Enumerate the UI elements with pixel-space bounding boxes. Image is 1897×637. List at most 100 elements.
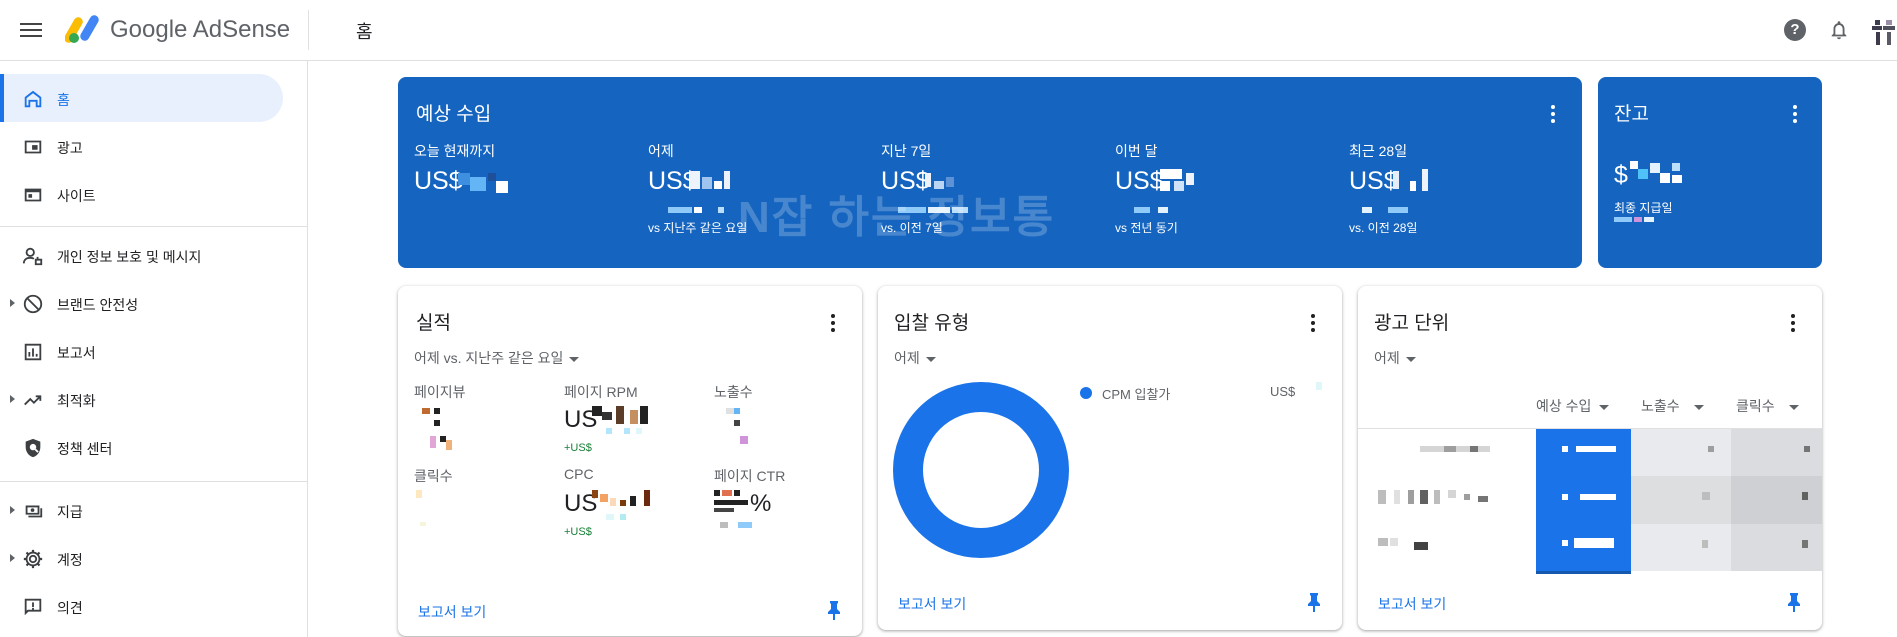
metric-value: % bbox=[750, 490, 772, 517]
legend-label: CPM 입찰가 bbox=[1102, 387, 1171, 402]
metric-delta: +US$ bbox=[564, 526, 592, 538]
gear-icon bbox=[23, 549, 43, 569]
adsense-logo bbox=[65, 15, 99, 43]
sidebar-item-ads[interactable]: 광고 bbox=[0, 122, 283, 170]
metric-label: 페이지 CTR bbox=[714, 468, 786, 484]
column-header-impressions[interactable]: 노출수 bbox=[1641, 396, 1704, 416]
menu-icon[interactable] bbox=[20, 20, 42, 40]
card-title: 입찰 유형 bbox=[894, 313, 970, 334]
sidebar-item-label: 브랜드 안전성 bbox=[57, 297, 139, 313]
watermark-text: N잡 하는 정보통 bbox=[738, 193, 1056, 242]
home-icon bbox=[24, 90, 42, 108]
bell-icon[interactable] bbox=[1828, 19, 1850, 41]
expand-caret-icon bbox=[10, 554, 15, 562]
sidebar-item-label: 계정 bbox=[57, 552, 83, 568]
avatar[interactable] bbox=[1872, 20, 1897, 45]
card-title: 실적 bbox=[416, 313, 451, 334]
sidebar-item-policy-center[interactable]: 정책 센터 bbox=[0, 423, 283, 471]
metric-label: 노출수 bbox=[714, 384, 753, 400]
legend-value: US$ bbox=[1270, 384, 1296, 399]
balance-card: 잔고 $ 최종 지급일 bbox=[1598, 77, 1822, 268]
sidebar-item-account[interactable]: 계정 bbox=[0, 534, 283, 582]
view-report-link[interactable]: 보고서 보기 bbox=[418, 602, 486, 622]
sidebar-item-label: 의견 bbox=[57, 600, 83, 616]
metric-label: CPC bbox=[564, 466, 594, 482]
legend-swatch bbox=[1080, 387, 1092, 399]
dropdown-arrow-icon bbox=[925, 356, 936, 362]
sidebar-item-home[interactable]: 홈 bbox=[0, 74, 283, 122]
column-header-clicks[interactable]: 클릭수 bbox=[1736, 396, 1799, 416]
sidebar-item-label: 보고서 bbox=[57, 345, 96, 361]
view-report-link[interactable]: 보고서 보기 bbox=[898, 594, 966, 614]
metric-value: US$ bbox=[1115, 167, 1164, 195]
date-range-dropdown[interactable]: 어제 bbox=[894, 348, 936, 368]
dropdown-arrow-icon bbox=[569, 356, 580, 362]
pin-icon[interactable] bbox=[826, 600, 842, 620]
sidebar-item-brand-safety[interactable]: 브랜드 안전성 bbox=[0, 279, 283, 327]
sidebar-item-label: 홈 bbox=[57, 92, 70, 108]
more-vert-icon[interactable] bbox=[1550, 103, 1556, 125]
last-payment-label: 최종 지급일 bbox=[1614, 201, 1673, 215]
sort-arrow-icon bbox=[1599, 404, 1610, 410]
ad-units-card: 광고 단위 어제 예상 수입 노출수 클릭수 보고서 보기 bbox=[1358, 286, 1822, 630]
top-app-bar: Google AdSense 홈 ? bbox=[0, 0, 1897, 61]
block-icon bbox=[23, 294, 43, 314]
metric-label: 이번 달 bbox=[1115, 143, 1158, 159]
sidebar-item-sites[interactable]: 사이트 bbox=[0, 170, 283, 218]
reports-icon bbox=[24, 343, 42, 361]
more-vert-icon[interactable] bbox=[830, 312, 836, 334]
pin-icon[interactable] bbox=[1306, 592, 1322, 612]
metric-compare: vs. 이전 28일 bbox=[1349, 221, 1418, 235]
sidebar-item-reports[interactable]: 보고서 bbox=[0, 327, 283, 375]
divider bbox=[308, 10, 309, 50]
metric-label: 지난 7일 bbox=[881, 143, 932, 159]
pin-icon[interactable] bbox=[1786, 592, 1802, 612]
sidebar-item-label: 개인 정보 보호 및 메시지 bbox=[57, 249, 202, 265]
more-vert-icon[interactable] bbox=[1792, 103, 1798, 125]
sidebar-item-label: 정책 센터 bbox=[57, 441, 113, 457]
metric-label: 클릭수 bbox=[414, 468, 453, 484]
sidebar-item-label: 광고 bbox=[57, 140, 83, 156]
more-vert-icon[interactable] bbox=[1790, 312, 1796, 334]
metric-value: US$ bbox=[414, 167, 463, 195]
ads-icon bbox=[24, 140, 42, 154]
bid-type-donut-chart bbox=[893, 382, 1069, 558]
date-range-dropdown[interactable]: 어제 vs. 지난주 같은 요일 bbox=[414, 348, 580, 368]
dropdown-arrow-icon bbox=[1405, 356, 1416, 362]
sidebar-item-label: 지급 bbox=[57, 504, 83, 520]
sites-icon bbox=[24, 188, 42, 202]
card-title: 예상 수입 bbox=[416, 104, 492, 125]
column-header-earnings[interactable]: 예상 수입 bbox=[1536, 396, 1610, 416]
help-icon[interactable]: ? bbox=[1784, 19, 1806, 41]
balance-value: $ bbox=[1614, 161, 1628, 189]
shield-icon bbox=[25, 438, 41, 458]
expand-caret-icon bbox=[10, 506, 15, 514]
metric-label: 오늘 현재까지 bbox=[414, 143, 496, 159]
payments-icon bbox=[25, 505, 43, 518]
sidebar-item-privacy[interactable]: 개인 정보 보호 및 메시지 bbox=[0, 231, 283, 279]
privacy-icon bbox=[22, 247, 43, 266]
expand-caret-icon bbox=[10, 395, 15, 403]
sort-arrow-icon bbox=[1788, 404, 1799, 410]
sidebar-item-payments[interactable]: 지급 bbox=[0, 486, 283, 534]
brand-name: Google AdSense bbox=[110, 16, 291, 43]
metric-label: 최근 28일 bbox=[1349, 143, 1408, 159]
card-title: 광고 단위 bbox=[1374, 313, 1450, 334]
donut-slice-CPM 입찰가 bbox=[893, 382, 1069, 558]
view-report-link[interactable]: 보고서 보기 bbox=[1378, 594, 1446, 614]
metric-label: 페이지 RPM bbox=[564, 384, 638, 400]
sidebar-item-label: 최적화 bbox=[57, 393, 96, 409]
metric-delta: +US$ bbox=[564, 442, 592, 454]
sidebar-item-feedback[interactable]: 의견 bbox=[0, 582, 283, 630]
metric-value: US$ bbox=[1349, 167, 1398, 195]
metric-label: 페이지뷰 bbox=[414, 384, 466, 400]
date-range-dropdown[interactable]: 어제 bbox=[1374, 348, 1416, 368]
sidebar-item-optimization[interactable]: 최적화 bbox=[0, 375, 283, 423]
metric-compare: vs 지난주 같은 요일 bbox=[648, 221, 748, 235]
divider bbox=[0, 481, 308, 482]
metric-compare: vs 전년 동기 bbox=[1115, 221, 1178, 235]
more-vert-icon[interactable] bbox=[1310, 312, 1316, 334]
sidebar: 홈 광고 사이트 개인 정보 보호 및 메시지 브랜드 안전성 보고서 최적화 … bbox=[0, 61, 308, 637]
bid-types-card: 입찰 유형 어제 CPM 입찰가 US$ 보고서 보기 bbox=[878, 286, 1342, 630]
metric-label: 어제 bbox=[648, 143, 674, 159]
